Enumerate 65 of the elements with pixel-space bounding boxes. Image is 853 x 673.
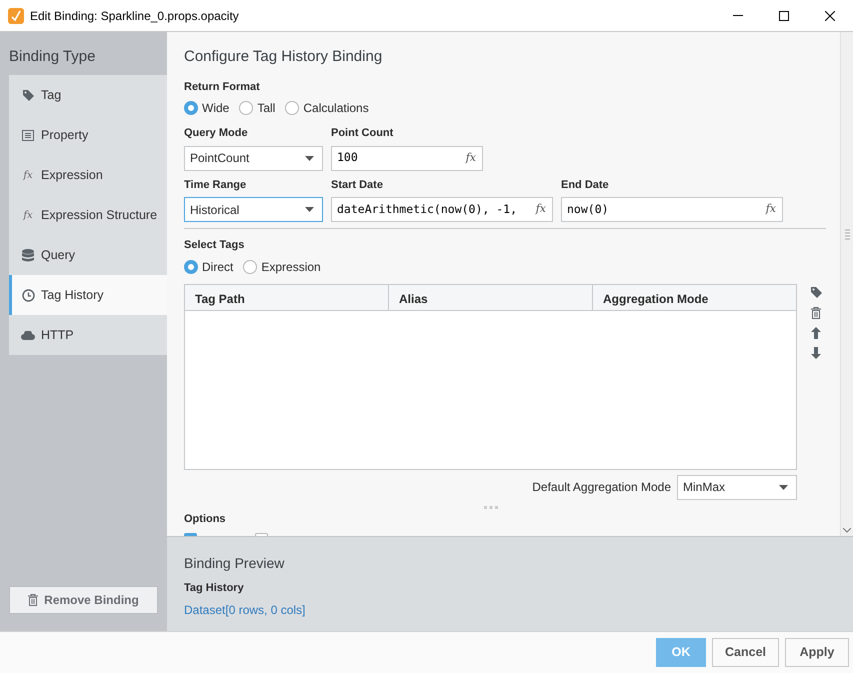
scroll-down-icon[interactable] <box>843 528 851 533</box>
field-label: Select Tags <box>184 238 246 253</box>
remove-binding-button[interactable]: Remove Binding <box>9 586 158 614</box>
binding-type-item[interactable]: Tag <box>9 75 167 115</box>
binding-type-item[interactable]: Property <box>9 115 167 155</box>
dialog-button[interactable]: Cancel <box>712 638 779 667</box>
column-header[interactable]: Alias <box>389 284 593 310</box>
radio-option[interactable]: Calculations <box>285 99 369 117</box>
resize-grip-icon <box>484 506 498 508</box>
maximize-icon <box>779 10 789 20</box>
app-logo-icon <box>8 8 24 24</box>
preview-value: Dataset[0 rows, 0 cols] <box>184 602 306 618</box>
tag-icon[interactable] <box>811 286 823 298</box>
list-icon <box>22 130 34 140</box>
field-label: Options <box>184 512 227 526</box>
trash-icon <box>28 594 38 606</box>
text-field[interactable]: dateArithmetic(now(0), -1, fx <box>331 197 553 222</box>
field-label: Tag History <box>184 581 245 596</box>
fx-button[interactable]: fx <box>536 201 546 218</box>
sidebar-title: Binding Type <box>8 47 96 67</box>
close-icon <box>825 10 835 20</box>
window-title: Edit Binding: Sparkline_0.props.opacity <box>30 8 239 24</box>
binding-type-item[interactable]: fx Expression Structure <box>9 195 167 235</box>
database-icon <box>22 248 34 262</box>
radio-option[interactable]: Wide <box>184 99 230 117</box>
dropdown[interactable]: PointCount <box>184 146 323 170</box>
section-title: Configure Tag History Binding <box>184 47 384 67</box>
preview-title: Binding Preview <box>184 554 286 573</box>
tag-icon <box>22 88 34 102</box>
dropdown[interactable]: MinMax <box>677 474 797 500</box>
trash-icon[interactable] <box>811 306 821 318</box>
field-label: Time Range <box>184 178 248 192</box>
binding-type-item[interactable]: Query <box>9 235 167 275</box>
radio-option[interactable]: Expression <box>243 258 321 276</box>
field-label: Start Date <box>331 178 384 192</box>
radio-option[interactable]: Tall <box>239 99 276 117</box>
field-label: End Date <box>561 178 610 192</box>
scrollbar[interactable] <box>840 32 853 536</box>
dialog-button[interactable]: Apply <box>785 638 849 667</box>
field-label: Query Mode <box>184 126 249 141</box>
clock-icon <box>22 288 34 302</box>
column-header[interactable]: Aggregation Mode <box>593 284 796 310</box>
binding-type-item[interactable]: fx Expression <box>9 155 167 195</box>
arrow-up-icon[interactable] <box>811 326 821 338</box>
text-field[interactable]: 100 fx <box>331 146 483 170</box>
binding-type-item[interactable]: Tag History <box>9 275 167 315</box>
cloud-icon <box>21 330 35 340</box>
field-label: Point Count <box>331 126 394 141</box>
column-header[interactable]: Tag Path <box>185 284 389 310</box>
fx-button[interactable]: fx <box>766 201 776 218</box>
fx-button[interactable]: fx <box>466 150 476 166</box>
field-label: Default Aggregation Mode <box>532 479 671 496</box>
dropdown-caret-icon <box>305 207 314 212</box>
minimize-icon <box>733 15 743 16</box>
dropdown[interactable]: Historical <box>184 197 323 222</box>
dropdown-caret-icon <box>779 484 788 490</box>
arrow-down-icon[interactable] <box>811 346 821 358</box>
fx-icon: fx <box>23 168 33 182</box>
field-label: Return Format <box>184 80 261 94</box>
radio-option[interactable]: Direct <box>184 258 234 276</box>
fx-icon: fx <box>23 208 33 222</box>
text-field[interactable]: now(0) fx <box>561 197 783 222</box>
binding-type-item[interactable]: HTTP <box>9 315 167 355</box>
grip-icon <box>844 229 850 241</box>
dropdown-caret-icon <box>305 156 314 160</box>
